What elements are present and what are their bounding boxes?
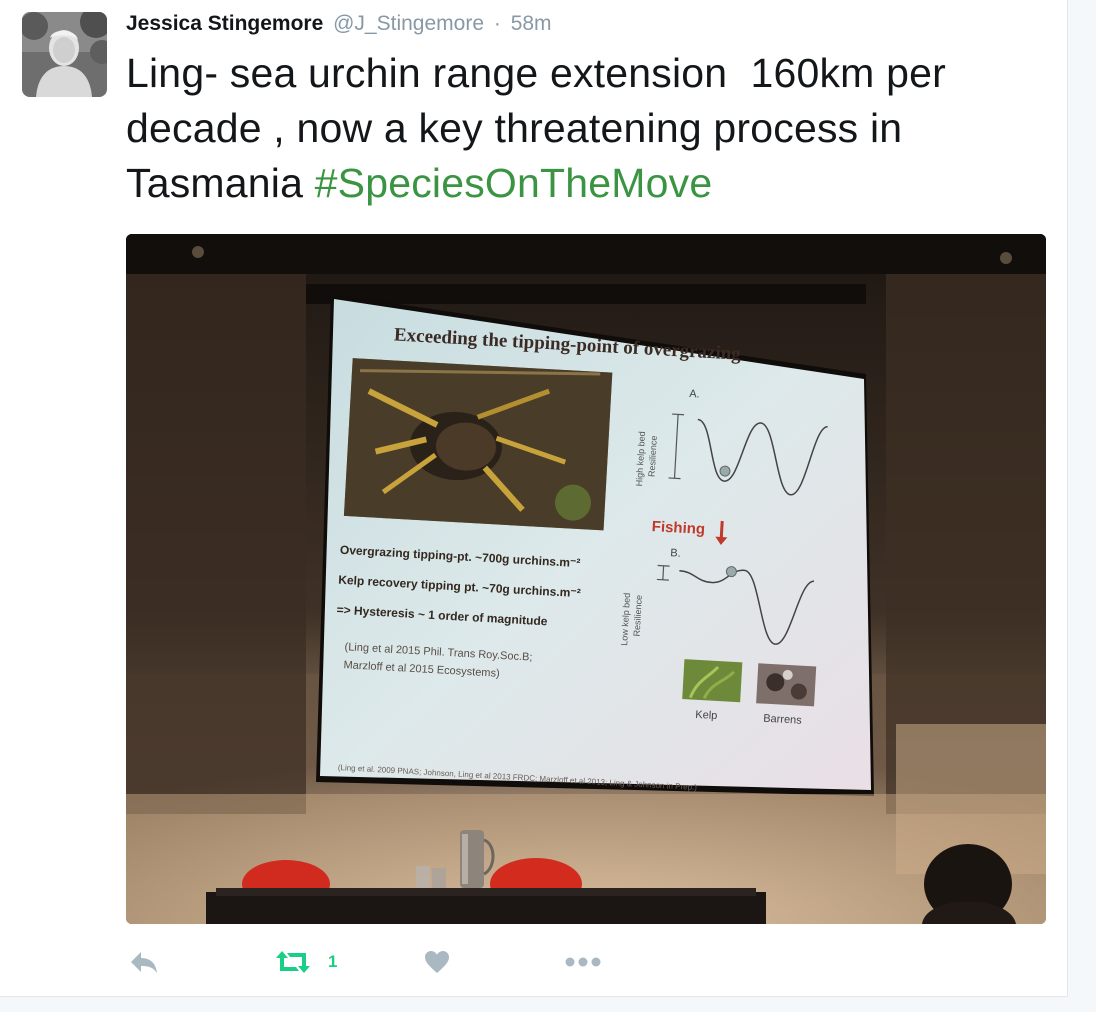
header-separator: ·: [493, 12, 501, 35]
like-button[interactable]: [424, 940, 450, 984]
barrens-caption: Barrens: [763, 713, 803, 727]
timeline-background: Jessica Stingemore @J_Stingemore · 58m L…: [0, 0, 1096, 1012]
more-dots-icon: [565, 957, 601, 967]
author-username[interactable]: @J_Stingemore: [333, 12, 484, 35]
kelp-caption: Kelp: [695, 709, 718, 722]
tweet-text: Ling- sea urchin range extension 160km p…: [126, 46, 1046, 211]
tweet-photo[interactable]: Exceeding the tipping-point of overgrazi…: [126, 234, 1046, 924]
tweet-header: Jessica Stingemore @J_Stingemore · 58m: [126, 11, 552, 37]
retweet-icon: [276, 951, 310, 973]
kelp-thumbnail: [682, 659, 743, 703]
tweet-timestamp[interactable]: 58m: [511, 12, 552, 35]
avatar[interactable]: [22, 12, 107, 97]
more-button[interactable]: [564, 940, 602, 984]
reply-button[interactable]: [128, 940, 160, 984]
retweet-button[interactable]: 1: [274, 940, 337, 984]
retweet-count: 1: [328, 952, 338, 971]
heart-icon: [425, 951, 449, 973]
reply-icon: [131, 952, 157, 973]
fishing-label: Fishing: [651, 518, 705, 538]
tweet-actions: 1: [126, 940, 726, 984]
diagram-label-a: A.: [689, 388, 700, 401]
barrens-thumbnail: [756, 663, 817, 707]
tweet-card[interactable]: Jessica Stingemore @J_Stingemore · 58m L…: [0, 0, 1068, 997]
diagram-label-b: B.: [670, 547, 681, 560]
author-fullname[interactable]: Jessica Stingemore: [126, 12, 323, 35]
lobster-photo: [343, 358, 613, 531]
hashtag-link[interactable]: #SpeciesOnTheMove: [315, 160, 713, 206]
